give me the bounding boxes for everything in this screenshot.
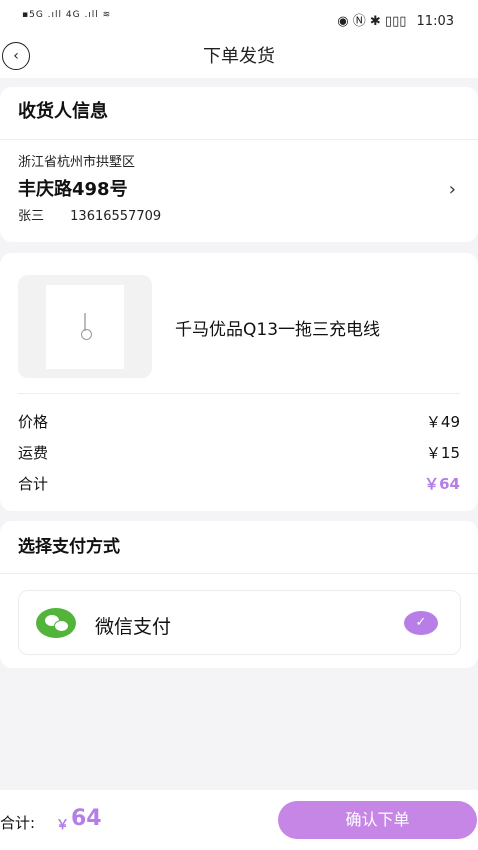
- address-card[interactable]: 收货人信息 浙江省杭州市拱墅区 丰庆路498号 张三 13616557709 ›: [0, 87, 478, 242]
- plug-graphic: [81, 329, 92, 340]
- wechat-icon: [36, 608, 76, 638]
- wechat-pay-label: 微信支付: [95, 616, 172, 638]
- order-card: 千马优品Q13一拖三充电线 价格 ￥49 运费 ￥15 合计 ￥64: [0, 253, 478, 511]
- chevron-right-icon[interactable]: ›: [449, 179, 456, 200]
- shipping-row: 运费 ￥15: [18, 442, 460, 463]
- nav-bar: ‹ 下单发货: [0, 38, 478, 78]
- divider: [18, 393, 460, 394]
- subtotal-row: 合计 ￥64: [18, 473, 460, 494]
- price-value: ￥49: [425, 413, 460, 431]
- price-label: 价格: [18, 413, 49, 431]
- price-row: 价格 ￥49: [18, 411, 460, 432]
- address-street: 丰庆路498号: [18, 179, 128, 200]
- address-region: 浙江省杭州市拱墅区: [18, 155, 136, 170]
- total-label: 合计:: [0, 814, 36, 832]
- address-section-title: 收货人信息: [0, 87, 478, 140]
- checkmark-icon[interactable]: ✓: [404, 611, 438, 635]
- confirm-order-button[interactable]: 确认下单: [278, 801, 477, 839]
- page-title: 下单发货: [203, 46, 275, 67]
- payment-card: 选择支付方式 微信支付 ✓: [0, 521, 478, 668]
- system-status-icons: ◉ Ⓝ ✱ ▯▯▯: [337, 14, 407, 29]
- subtotal-value: ￥64: [424, 475, 460, 493]
- total-value: 64: [71, 806, 102, 831]
- clock: 11:03: [416, 14, 454, 29]
- signal-wifi-indicators: ▪5G .ıll 4G .ıll ≋: [22, 10, 112, 20]
- status-right-group: ◉ Ⓝ ✱ ▯▯▯ 11:03: [337, 10, 454, 29]
- payment-section-title: 选择支付方式: [0, 521, 478, 574]
- total-currency: ￥: [56, 818, 70, 833]
- shipping-value: ￥15: [425, 444, 460, 462]
- address-contact: 张三 13616557709: [18, 205, 161, 224]
- recipient-phone: 13616557709: [70, 209, 162, 224]
- wechat-pay-option[interactable]: 微信支付 ✓: [18, 590, 461, 655]
- subtotal-label: 合计: [18, 475, 49, 493]
- product-thumbnail[interactable]: [18, 275, 152, 378]
- bottom-bar: 合计: ￥ 64 确认下单: [0, 790, 478, 850]
- shipping-label: 运费: [18, 444, 49, 462]
- recipient-name: 张三: [18, 209, 45, 224]
- product-image: [46, 285, 124, 369]
- status-bar: ▪5G .ıll 4G .ıll ≋ ◉ Ⓝ ✱ ▯▯▯ 11:03: [0, 0, 478, 38]
- product-name: 千马优品Q13一拖三充电线: [175, 320, 381, 340]
